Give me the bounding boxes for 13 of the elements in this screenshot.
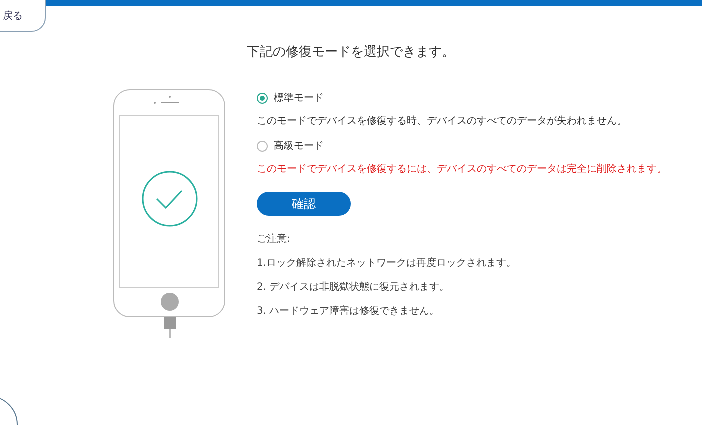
note-item: 2. デバイスは非脱獄状態に復元されます。 [257,280,451,294]
mode-description: このモードでデバイスを修復するには、デバイスのすべてのデータは完全に削除されます。 [257,162,667,176]
radio-button[interactable] [257,92,268,104]
back-button[interactable]: 戻る [0,0,46,32]
page-title: 下記の修復モードを選択できます。 [246,44,456,61]
mode-label[interactable]: 標準モード [274,91,324,105]
note-item: 3. ハードウェア障害は修復できません。 [257,304,441,318]
mode-description: このモードでデバイスを修復する時、デバイスのすべてのデータが失われません。 [257,114,628,128]
mode-label[interactable]: 高級モード [274,139,324,153]
notes-heading: ご注意: [257,232,292,246]
radio-button[interactable] [257,140,268,152]
confirm-button[interactable]: 確認 [257,192,351,216]
note-item: 1.ロック解除されたネットワークは再度ロックされます。 [257,256,518,270]
